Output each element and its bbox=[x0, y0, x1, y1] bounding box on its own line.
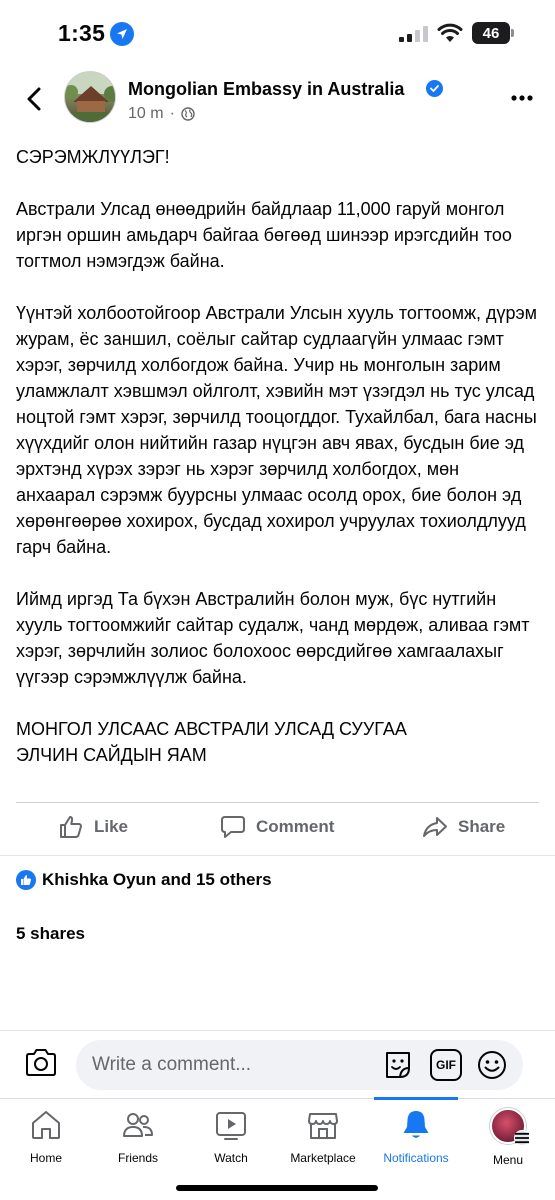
comment-composer: GIF bbox=[76, 1040, 523, 1090]
friends-icon bbox=[123, 1113, 153, 1137]
tab-notifications[interactable]: Notifications bbox=[370, 1108, 462, 1172]
post-time[interactable]: 10 m bbox=[128, 105, 164, 123]
tab-watch[interactable]: Watch bbox=[185, 1108, 277, 1172]
page-name[interactable]: Mongolian Embassy in Australia bbox=[128, 79, 404, 100]
tab-label: Home bbox=[29, 1151, 62, 1165]
location-arrow-icon bbox=[110, 22, 134, 46]
comment-button[interactable]: Comment bbox=[220, 814, 334, 840]
sticker-icon[interactable] bbox=[382, 1049, 414, 1081]
post-actions: Like Comment Share bbox=[0, 806, 555, 852]
like-icon bbox=[60, 816, 82, 838]
like-button[interactable]: Like bbox=[58, 814, 128, 840]
gif-label: GIF bbox=[436, 1058, 456, 1072]
share-button[interactable]: Share bbox=[422, 814, 505, 840]
back-chevron-icon[interactable] bbox=[22, 86, 48, 112]
bell-icon bbox=[403, 1111, 429, 1138]
battery-icon: 46 bbox=[472, 22, 510, 44]
page-avatar[interactable] bbox=[64, 71, 116, 123]
watch-icon bbox=[216, 1112, 246, 1140]
divider bbox=[0, 1030, 555, 1031]
verified-badge-icon bbox=[426, 80, 443, 97]
post-paragraph: СЭРЭМЖЛҮҮЛЭГ! bbox=[16, 147, 170, 167]
tab-menu[interactable]: Menu bbox=[462, 1108, 554, 1172]
divider bbox=[0, 1098, 555, 1099]
camera-icon[interactable] bbox=[24, 1048, 58, 1078]
tab-friends[interactable]: Friends bbox=[92, 1108, 184, 1172]
home-icon bbox=[32, 1111, 60, 1139]
status-bar: 1:35 46 bbox=[0, 0, 555, 66]
comment-input[interactable] bbox=[92, 1040, 382, 1090]
battery-cap bbox=[511, 29, 514, 37]
signal-icon bbox=[399, 26, 428, 42]
avatar-icon bbox=[490, 1108, 530, 1146]
post-header: Mongolian Embassy in Australia 10 m · bbox=[0, 66, 555, 132]
post-paragraph: МОНГОЛ УЛСААС АВСТРАЛИ УЛСАД СУУГАА ЭЛЧИ… bbox=[16, 719, 407, 765]
like-reaction-icon bbox=[16, 870, 36, 890]
shares-count[interactable]: 5 shares bbox=[16, 924, 85, 944]
tab-label: Friends bbox=[117, 1151, 158, 1165]
tab-label: Watch bbox=[214, 1151, 248, 1165]
more-dots-icon[interactable] bbox=[510, 94, 534, 102]
post-text: СЭРЭМЖЛҮҮЛЭГ! Австрали Улсад өнөөдрийн б… bbox=[16, 144, 541, 768]
active-tab-indicator bbox=[374, 1097, 458, 1100]
post-paragraph: Австрали Улсад өнөөдрийн байдлаар 11,000… bbox=[16, 199, 512, 271]
tab-home[interactable]: Home bbox=[0, 1108, 92, 1172]
home-indicator[interactable] bbox=[176, 1185, 378, 1191]
status-time: 1:35 bbox=[58, 20, 106, 46]
divider bbox=[0, 855, 555, 856]
gif-icon[interactable]: GIF bbox=[430, 1049, 462, 1081]
comment-label: Comment bbox=[256, 817, 335, 836]
globe-icon bbox=[181, 107, 195, 121]
tab-marketplace[interactable]: Marketplace bbox=[277, 1108, 369, 1172]
post-paragraph: Үүнтэй холбоотойгоор Австрали Улсын хуул… bbox=[16, 303, 538, 557]
tab-label: Notifications bbox=[383, 1151, 449, 1165]
reactions-text: Khishka Oyun and 15 others bbox=[42, 870, 272, 889]
menu-hamburger-icon bbox=[514, 1130, 530, 1146]
meta-separator: · bbox=[169, 105, 175, 122]
share-icon bbox=[423, 817, 447, 837]
reactions-summary[interactable]: Khishka Oyun and 15 others bbox=[16, 870, 272, 890]
emoji-icon[interactable] bbox=[476, 1049, 508, 1081]
comment-icon bbox=[221, 816, 245, 838]
divider bbox=[16, 802, 539, 803]
tab-label: Marketplace bbox=[290, 1151, 356, 1165]
post-meta: 10 m · bbox=[128, 105, 195, 123]
post-paragraph: Иймд иргэд Та бүхэн Австралийн болон муж… bbox=[16, 589, 530, 687]
like-label: Like bbox=[94, 817, 129, 836]
marketplace-icon bbox=[308, 1113, 338, 1139]
tab-label: Menu bbox=[492, 1153, 524, 1167]
wifi-icon bbox=[437, 23, 463, 42]
share-label: Share bbox=[458, 817, 506, 836]
